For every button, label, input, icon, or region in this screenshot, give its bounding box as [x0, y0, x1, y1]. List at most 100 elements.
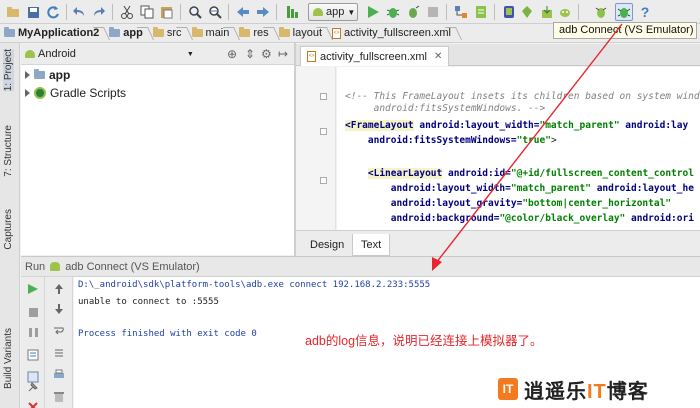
- fold-icon[interactable]: [320, 177, 327, 184]
- tab-project[interactable]: 1: Project: [3, 49, 14, 92]
- adb-connect-tooltip: adb Connect (VS Emulator): [553, 22, 697, 39]
- debug-icon[interactable]: [384, 3, 402, 21]
- stop-icon[interactable]: [25, 304, 41, 320]
- code-token: "@color/black_overlay": [499, 213, 626, 224]
- breadcrumb-item[interactable]: main: [188, 24, 236, 43]
- code-token: android:ori: [631, 213, 694, 224]
- attach-icon[interactable]: [404, 3, 422, 21]
- fold-icon[interactable]: [320, 93, 327, 100]
- module-folder-icon: [34, 69, 45, 79]
- tab-build-variants[interactable]: Build Variants: [3, 328, 14, 389]
- run-icon[interactable]: [364, 3, 382, 21]
- undo-icon[interactable]: [70, 3, 88, 21]
- tab-captures[interactable]: Captures: [3, 209, 14, 250]
- breadcrumb-item[interactable]: MyApplication2: [0, 24, 105, 43]
- watermark-suffix: 博客: [606, 380, 649, 403]
- project-panel-header: Android ▼ ⊕ ⇕ ⚙ ↦: [21, 44, 294, 65]
- arrow-down-icon[interactable]: [51, 301, 67, 317]
- code-token: "match_parent": [510, 183, 591, 194]
- code-token: "@+id/fullscreen_content_control: [510, 168, 694, 179]
- expand-arrow-icon[interactable]: [25, 89, 30, 97]
- save-icon[interactable]: [24, 3, 42, 21]
- tree-item-gradle-scripts[interactable]: Gradle Scripts: [25, 84, 126, 102]
- run-config-label: app: [326, 6, 345, 18]
- design-text-tabs: Design Text: [296, 230, 700, 256]
- pause-icon[interactable]: [25, 324, 41, 340]
- arrow-up-icon[interactable]: [51, 281, 67, 297]
- tree-item-app[interactable]: app: [25, 66, 70, 84]
- scroll-to-end-icon[interactable]: [51, 345, 67, 361]
- project-structure-icon[interactable]: [452, 3, 470, 21]
- breadcrumb-item[interactable]: <> activity_fullscreen.xml: [328, 24, 457, 43]
- breadcrumb-item[interactable]: layout: [275, 24, 328, 43]
- tab-text[interactable]: Text: [352, 234, 391, 256]
- forward-icon[interactable]: [254, 3, 272, 21]
- cut-icon[interactable]: [118, 3, 136, 21]
- code-token: android:lay: [625, 120, 689, 131]
- sync-icon[interactable]: [44, 3, 62, 21]
- run-config-dropdown[interactable]: app ▼: [308, 3, 358, 21]
- find-icon[interactable]: [186, 3, 204, 21]
- code-token: android:fitsSystemWindows=: [367, 135, 517, 146]
- monitor-bug-icon[interactable]: [592, 3, 610, 21]
- help-icon[interactable]: ?: [636, 3, 654, 21]
- project-view-dropdown[interactable]: Android ▼: [25, 48, 194, 60]
- code-token: <LinearLayout: [367, 168, 443, 179]
- make-icon[interactable]: [284, 3, 302, 21]
- soft-wrap-icon[interactable]: [51, 323, 67, 339]
- open-icon[interactable]: [4, 3, 22, 21]
- toolbar-separator: [112, 4, 113, 20]
- breadcrumb-item[interactable]: src: [149, 24, 188, 43]
- code-token: android:id=: [447, 168, 511, 179]
- collapse-icon[interactable]: ⇕: [245, 47, 255, 61]
- sdk-download-icon[interactable]: [538, 3, 556, 21]
- paste-icon[interactable]: [158, 3, 176, 21]
- editor-tab-activity-fullscreen[interactable]: <> activity_fullscreen.xml ✕: [300, 46, 450, 66]
- toolbar-separator: [578, 4, 579, 20]
- expand-arrow-icon[interactable]: [25, 71, 30, 79]
- toolbar-separator: [276, 4, 277, 20]
- device-icon[interactable]: [556, 3, 574, 21]
- replace-icon[interactable]: [206, 3, 224, 21]
- tab-structure[interactable]: 7: Structure: [3, 125, 14, 177]
- print-icon[interactable]: [51, 367, 67, 383]
- left-tool-strip: 1: Project 7: Structure Captures Build V…: [0, 43, 20, 408]
- xml-file-icon: <>: [307, 51, 316, 62]
- clear-all-icon[interactable]: [51, 389, 67, 405]
- toolbar-separator: [66, 4, 67, 20]
- breadcrumb-item[interactable]: res: [235, 24, 274, 43]
- code-line: android:layout_width="match_parent" andr…: [345, 183, 694, 195]
- code-editor[interactable]: <!-- This FrameLayout insets its childre…: [337, 67, 700, 230]
- copy-icon[interactable]: [138, 3, 156, 21]
- fold-icon[interactable]: [320, 128, 327, 135]
- android-monitor-icon[interactable]: [518, 3, 536, 21]
- tab-design[interactable]: Design: [302, 234, 352, 256]
- hide-panel-icon[interactable]: ↦: [278, 47, 288, 61]
- redo-icon[interactable]: [90, 3, 108, 21]
- rerun-icon[interactable]: [25, 281, 41, 297]
- gradle-icon: [34, 87, 46, 99]
- stop-icon[interactable]: [424, 3, 442, 21]
- dump-threads-icon[interactable]: [25, 347, 41, 363]
- android-icon: [25, 50, 35, 58]
- code-line: android:fitsSystemWindows. -->: [345, 103, 546, 115]
- android-icon: [313, 8, 323, 16]
- run-config-small-icon: [50, 262, 61, 271]
- close-icon[interactable]: [25, 399, 41, 408]
- sdk-manager-icon[interactable]: [472, 3, 490, 21]
- run-panel-header: Run adb Connect (VS Emulator): [21, 256, 700, 277]
- code-token: android:layout_width=: [390, 183, 511, 194]
- back-icon[interactable]: [234, 3, 252, 21]
- avd-manager-icon[interactable]: [500, 3, 518, 21]
- pin-icon[interactable]: [25, 379, 41, 395]
- sync-scroll-icon[interactable]: ⊕: [227, 47, 237, 61]
- gear-icon[interactable]: ⚙: [261, 47, 272, 61]
- code-token: "match_parent": [539, 120, 620, 131]
- adb-connect-button[interactable]: [615, 3, 633, 21]
- console-line-exit: Process finished with exit code 0: [78, 329, 257, 339]
- breadcrumb-item[interactable]: app: [105, 24, 149, 43]
- folder-icon: [152, 27, 164, 37]
- code-token: android:layout_he: [596, 183, 694, 194]
- close-icon[interactable]: ✕: [434, 51, 442, 62]
